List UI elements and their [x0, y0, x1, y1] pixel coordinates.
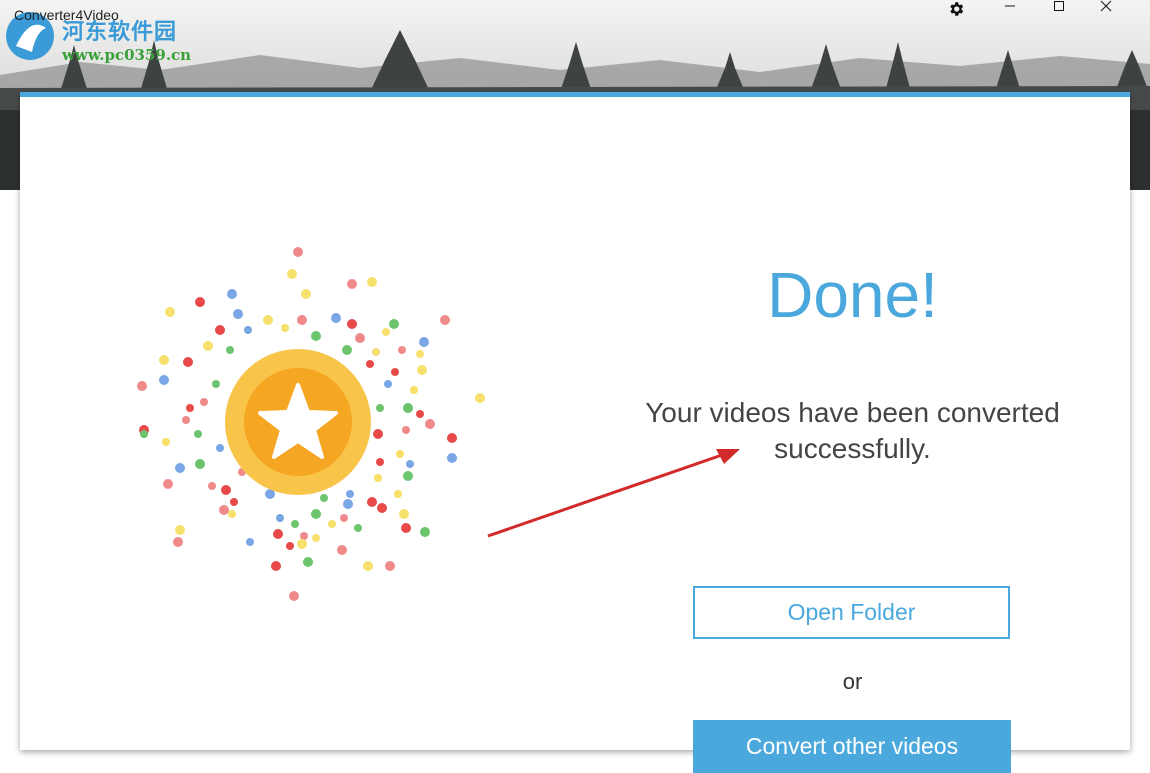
window-title: Converter4Video: [14, 7, 119, 23]
convert-other-videos-button[interactable]: Convert other videos: [693, 720, 1011, 773]
success-message: Your videos have been converted successf…: [645, 397, 1060, 464]
gear-icon: [950, 2, 964, 16]
maximize-button[interactable]: [1053, 0, 1099, 32]
celebration-badge: [137, 247, 485, 601]
star-badge: [225, 349, 371, 495]
result-card: Done! Your videos have been converted su…: [20, 92, 1130, 773]
close-button[interactable]: [1100, 0, 1146, 32]
minimize-button[interactable]: [1004, 0, 1050, 32]
open-folder-button[interactable]: Open Folder: [693, 586, 1010, 639]
maximize-icon: [1054, 1, 1064, 11]
minimize-icon: [1005, 5, 1015, 7]
settings-button[interactable]: [947, 0, 993, 32]
done-heading: Done!: [767, 259, 938, 331]
watermark-url: www.pc0359.cn: [62, 46, 192, 64]
close-icon: [1100, 0, 1112, 12]
or-separator: or: [842, 669, 863, 694]
